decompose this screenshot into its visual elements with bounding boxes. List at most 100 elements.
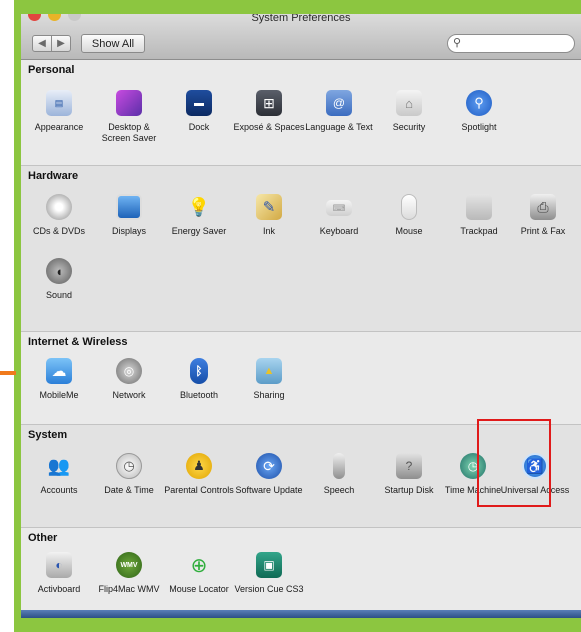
pane-keyboard[interactable]: ⌨ Keyboard (303, 194, 375, 237)
universal-access-highlight-box (477, 419, 551, 507)
pane-cds-dvds[interactable]: CDs & DVDs (23, 194, 95, 237)
pane-label: Spotlight (461, 122, 497, 132)
language-icon: @ (326, 90, 352, 116)
pane-activboard[interactable]: ◐ Activboard (23, 552, 95, 595)
security-icon: ⌂ (396, 90, 422, 116)
section-title-hardware: Hardware (28, 170, 79, 182)
section-title-system: System (28, 429, 68, 441)
pane-dock[interactable]: ▬ Dock (163, 90, 235, 133)
pane-label: Activboard (37, 584, 81, 594)
pane-label: Print & Fax (520, 226, 566, 236)
search-field[interactable]: ⚲ (447, 34, 575, 53)
speaker-icon: ◖ (46, 258, 72, 284)
back-arrow-icon: ◀ (38, 38, 46, 49)
pane-label: Language & Text (305, 122, 373, 132)
pane-version-cue-cs3[interactable]: ▣ Version Cue CS3 (233, 552, 305, 595)
pane-software-update[interactable]: ⟳ Software Update (233, 453, 305, 496)
spotlight-icon: ⚲ (466, 90, 492, 116)
pane-sound[interactable]: ◖ Sound (23, 258, 95, 301)
show-all-button[interactable]: Show All (81, 34, 145, 53)
lightbulb-icon: 💡 (187, 196, 211, 217)
section-title-other: Other (28, 532, 58, 544)
pane-mouse[interactable]: Mouse (373, 194, 445, 237)
mouse-icon (401, 194, 417, 220)
pane-ink[interactable]: ✎ Ink (233, 194, 305, 237)
pane-network[interactable]: ◎ Network (93, 358, 165, 401)
pane-security[interactable]: ⌂ Security (373, 90, 445, 133)
cd-icon (46, 194, 72, 220)
bluetooth-icon: ᛒ (190, 358, 208, 384)
disk-icon: ? (396, 453, 422, 479)
pane-label: Parental Controls (164, 485, 234, 495)
window-title: System Preferences (251, 14, 351, 24)
users-icon: 👥 (47, 455, 71, 476)
pane-label: Exposé & Spaces (233, 122, 305, 132)
locator-icon: ⊕ (190, 554, 208, 577)
section-title-internet: Internet & Wireless (28, 336, 128, 348)
printer-icon: ⎙ (530, 194, 556, 220)
pane-print-fax[interactable]: ⎙ Print & Fax (507, 194, 579, 237)
pane-label: MobileMe (39, 390, 79, 400)
search-input[interactable] (466, 36, 566, 50)
system-preferences-window: System Preferences ◀ ▶ Show All ⚲ Person… (21, 14, 581, 618)
pane-label: Accounts (40, 485, 78, 495)
microphone-icon (333, 453, 345, 479)
pane-label: Sound (45, 290, 73, 300)
pane-displays[interactable]: Displays (93, 194, 165, 237)
pane-label: Mouse (395, 226, 423, 236)
pane-label: Desktop & Screen Saver (101, 122, 157, 143)
globe-icon: ◎ (116, 358, 142, 384)
search-icon: ⚲ (453, 37, 462, 49)
pane-desktop-screen-saver[interactable]: Desktop & Screen Saver (93, 90, 165, 144)
pane-appearance[interactable]: ▤ Appearance (23, 90, 95, 133)
pane-sharing[interactable]: ▲ Sharing (233, 358, 305, 401)
parental-icon: ♟ (186, 453, 212, 479)
pane-startup-disk[interactable]: ? Startup Disk (373, 453, 445, 496)
pane-mouse-locator[interactable]: ⊕ Mouse Locator (163, 552, 235, 595)
pane-trackpad[interactable]: Trackpad (443, 194, 515, 237)
pane-label: Sharing (253, 390, 285, 400)
section-personal: Personal ▤ Appearance Desktop & Screen S… (21, 60, 581, 165)
clock-icon: ◷ (116, 453, 142, 479)
pane-parental-controls[interactable]: ♟ Parental Controls (163, 453, 235, 496)
ink-icon: ✎ (256, 194, 282, 220)
folder-icon: ▲ (256, 358, 282, 384)
section-other: Other ◐ Activboard WMV Flip4Mac WMV ⊕ Mo… (21, 527, 581, 611)
pane-label: Ink (262, 226, 275, 236)
pane-flip4mac-wmv[interactable]: WMV Flip4Mac WMV (93, 552, 165, 595)
forward-arrow-icon: ▶ (57, 38, 65, 49)
version-cue-icon: ▣ (256, 552, 282, 578)
pane-mobileme[interactable]: ☁ MobileMe (23, 358, 95, 401)
orange-marker (0, 371, 16, 375)
section-hardware: Hardware CDs & DVDs Displays 💡 Energy Sa… (21, 165, 581, 332)
expose-icon: ⊞ (256, 90, 282, 116)
pane-label: Version Cue CS3 (234, 584, 304, 594)
bottom-bar (21, 610, 581, 618)
pane-label: Date & Time (104, 485, 154, 495)
pane-label: Bluetooth (179, 390, 219, 400)
forward-button[interactable]: ▶ (51, 35, 71, 52)
pane-label: Mouse Locator (169, 584, 229, 594)
pane-speech[interactable]: Speech (303, 453, 375, 496)
trackpad-icon (466, 194, 492, 220)
back-button[interactable]: ◀ (32, 35, 52, 52)
pane-expose-spaces[interactable]: ⊞ Exposé & Spaces (233, 90, 305, 133)
cloud-icon: ☁ (46, 358, 72, 384)
title-bar: System Preferences ◀ ▶ Show All ⚲ (21, 14, 581, 60)
pane-label: Trackpad (460, 226, 498, 236)
pane-label: Energy Saver (171, 226, 227, 236)
pane-date-time[interactable]: ◷ Date & Time (93, 453, 165, 496)
update-icon: ⟳ (256, 453, 282, 479)
display-icon (116, 194, 142, 220)
pane-label: CDs & DVDs (32, 226, 85, 236)
pane-spotlight[interactable]: ⚲ Spotlight (443, 90, 515, 133)
pane-label: Dock (188, 122, 210, 132)
pane-bluetooth[interactable]: ᛒ Bluetooth (163, 358, 235, 401)
pane-energy-saver[interactable]: 💡 Energy Saver (163, 194, 235, 237)
pane-label: Displays (111, 226, 146, 236)
pane-label: Keyboard (319, 226, 359, 236)
pane-accounts[interactable]: 👥 Accounts (23, 453, 95, 496)
section-title-personal: Personal (28, 64, 75, 76)
pane-language-text[interactable]: @ Language & Text (303, 90, 375, 133)
desktop-icon (116, 90, 142, 116)
